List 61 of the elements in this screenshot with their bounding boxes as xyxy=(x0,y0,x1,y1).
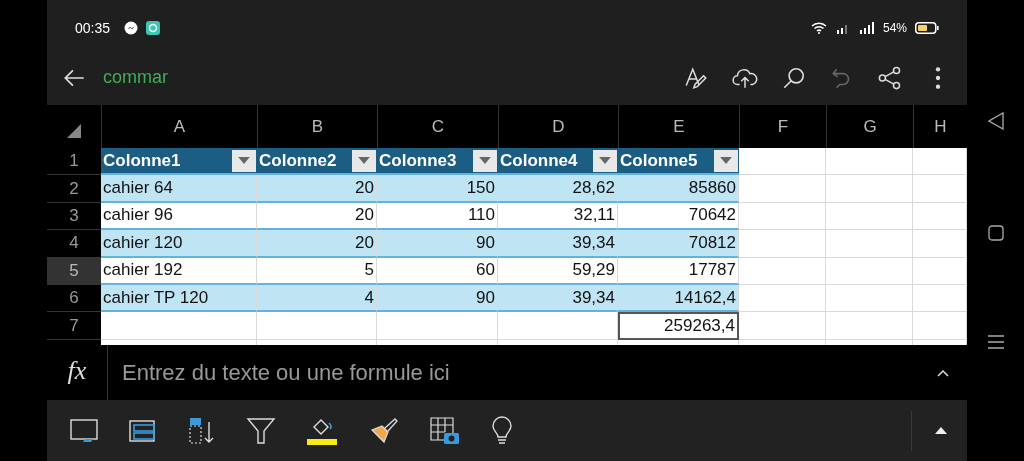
filter-dropdown-button[interactable] xyxy=(714,149,738,172)
table-cell: 20 xyxy=(257,175,377,203)
signal-icon xyxy=(858,21,875,34)
home-nav-icon[interactable] xyxy=(987,224,1004,241)
filter-dropdown-button[interactable] xyxy=(593,149,617,172)
status-time: 00:35 xyxy=(75,19,111,36)
table-cell: 28,62 xyxy=(498,175,618,203)
table-cell: 90 xyxy=(377,284,498,313)
filter-dropdown-button[interactable] xyxy=(473,149,497,172)
table-cell: cahier TP 120 xyxy=(101,284,257,313)
caret-icon xyxy=(238,157,250,165)
table-cell: 110 xyxy=(377,202,498,231)
filter-dropdown-button[interactable] xyxy=(232,149,256,172)
table-cell: 259263,4 xyxy=(618,312,739,340)
table-cell: cahier 192 xyxy=(101,257,257,285)
table-cell: 59,29 xyxy=(498,257,618,285)
messenger-icon xyxy=(124,20,139,35)
caret-icon xyxy=(720,157,732,165)
table-header-cell: Colonne1 xyxy=(101,148,257,176)
table-cell: 85860 xyxy=(618,175,739,203)
table-cell: 70642 xyxy=(618,202,739,231)
chat-app-icon xyxy=(146,20,161,35)
table-cell: 150 xyxy=(377,175,498,203)
table-cell: 4 xyxy=(257,284,377,313)
table-cell: cahier 120 xyxy=(101,230,257,258)
layers-icon[interactable] xyxy=(128,417,158,444)
back-nav-icon[interactable] xyxy=(987,112,1004,130)
table-cell: 17787 xyxy=(618,257,739,285)
caret-icon xyxy=(358,157,370,165)
table-header-cell: Colonne5 xyxy=(618,148,739,176)
table-cell: 60 xyxy=(377,257,498,285)
table-cell: 20 xyxy=(257,230,377,258)
battery-percent: 54% xyxy=(882,20,907,35)
filter-icon[interactable] xyxy=(246,415,276,446)
table-header-cell: Colonne4 xyxy=(498,148,618,176)
table-camera-icon[interactable] xyxy=(429,415,461,446)
table-cell: 39,34 xyxy=(498,230,618,258)
table-cell: 20 xyxy=(257,202,377,231)
menu-nav-icon[interactable] xyxy=(987,335,1004,349)
expand-toolbar-icon[interactable] xyxy=(935,427,947,434)
table-cell: 14162,4 xyxy=(618,284,739,313)
lightbulb-icon[interactable] xyxy=(490,415,514,446)
table-cell: 32,11 xyxy=(498,202,618,231)
select-all-icon[interactable] xyxy=(67,124,81,138)
battery-icon xyxy=(915,21,939,34)
caret-icon xyxy=(599,157,611,165)
table-header-cell: Colonne3 xyxy=(377,148,498,176)
formula-input[interactable]: Entrez du texte ou une formule ici xyxy=(108,359,935,386)
table-cell: 39,34 xyxy=(498,284,618,313)
table-cell: 5 xyxy=(257,257,377,285)
row-header[interactable]: 5 xyxy=(47,257,101,285)
table-cell: cahier 64 xyxy=(101,175,257,203)
filter-dropdown-button[interactable] xyxy=(352,149,376,172)
table-cell: 70812 xyxy=(618,230,739,258)
table-cell: cahier 96 xyxy=(101,202,257,231)
wifi-icon xyxy=(810,21,827,34)
caret-icon xyxy=(479,157,491,165)
file-title: commar xyxy=(103,67,168,88)
table-header-cell: Colonne2 xyxy=(257,148,377,176)
screen-icon[interactable] xyxy=(69,417,99,444)
table-cell: 90 xyxy=(377,230,498,258)
